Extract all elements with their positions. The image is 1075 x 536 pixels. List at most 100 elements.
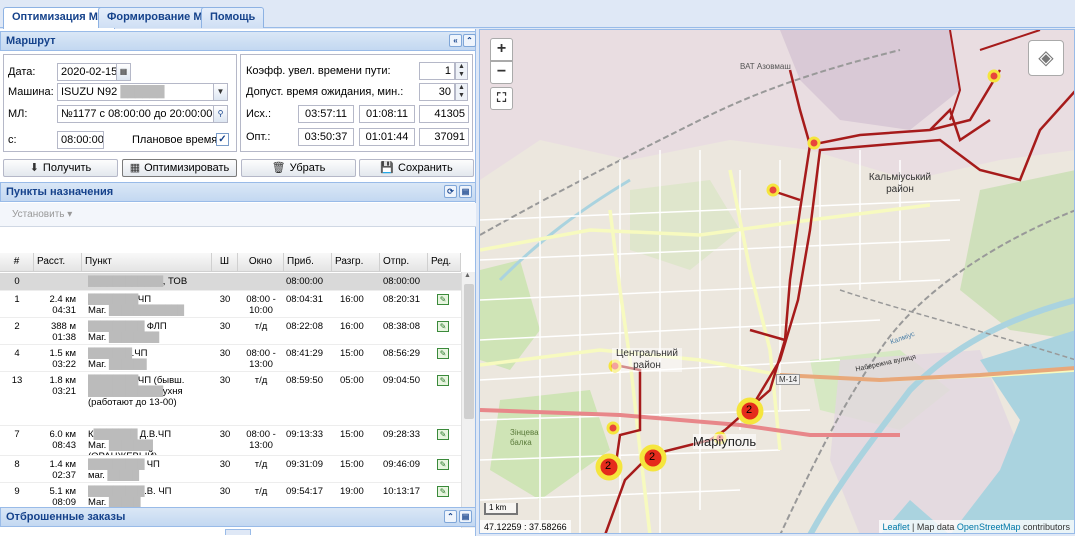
export-icon[interactable]: ▤ <box>459 185 472 198</box>
cell-arrive: 08:59:50 <box>286 375 323 386</box>
table-row[interactable]: 0 ████████████, ТОВ 08:00:00 08:00:00 <box>0 273 461 291</box>
col-distance[interactable]: Расст. <box>34 253 82 272</box>
optimized-label: Опт.: <box>246 131 271 143</box>
collapse-left-icon[interactable]: « <box>449 34 462 47</box>
edit-icon[interactable]: ✎ <box>437 375 449 386</box>
col-point[interactable]: Пункт <box>82 253 212 272</box>
refresh-icon[interactable]: ⟳ <box>444 185 457 198</box>
cell-number: 0 <box>14 276 20 287</box>
route-panel-title: Маршрут <box>6 35 56 47</box>
col-unload[interactable]: Разгр. <box>332 253 380 272</box>
cell-number: 9 <box>14 486 20 497</box>
optimize-button[interactable]: ▦ Оптимизировать <box>122 159 237 177</box>
leaflet-link[interactable]: Leaflet <box>883 522 910 532</box>
edit-icon[interactable]: ✎ <box>437 429 449 440</box>
planned-time-label: Плановое время: <box>132 134 221 146</box>
cell-window: т/д <box>254 486 268 497</box>
map-label-kalmius-district: Кальміуський район <box>868 172 932 195</box>
planned-time-checkbox[interactable]: ✓ <box>216 133 229 146</box>
remove-button[interactable]: 🗑 Убрать <box>241 159 356 177</box>
zoom-in-button[interactable]: + <box>490 38 513 61</box>
table-row[interactable]: 1 2.4 км 04:31 ████████ЧП Маг. ████████████ 3… <box>0 291 461 318</box>
cell-depart: 09:28:33 <box>383 429 420 440</box>
route-params-box: Дата: 2020-02-15 ▦ Машина: ISUZU N92 ███… <box>3 54 237 152</box>
cell-depart: 09:04:50 <box>383 375 420 386</box>
cell-point: К███████ Д.В.ЧПМаг. ███████(ОРАНЖЕВЫЙ) <box>88 429 172 455</box>
export-rejected-icon[interactable]: ▤ <box>459 510 472 523</box>
cell-sh: 30 <box>219 459 231 470</box>
map-canvas <box>480 30 1074 533</box>
table-row[interactable]: 7 6.0 км08:43 К███████ Д.В.ЧПМаг. ███████(… <box>0 426 461 456</box>
search-icon[interactable]: ⚲ <box>213 105 228 123</box>
coef-spinner-icon[interactable]: ▲ ▼ <box>455 62 468 80</box>
floppy-icon: 💾 <box>380 162 395 174</box>
date-field[interactable]: 2020-02-15 <box>57 63 117 81</box>
coef-field[interactable]: 1 <box>419 62 455 80</box>
calendar-icon[interactable]: ▦ <box>116 63 131 81</box>
grid-scrollbar[interactable]: ▲ ▼ <box>461 272 475 528</box>
tab-help[interactable]: Помощь <box>201 7 265 28</box>
table-row[interactable]: 13 1.8 км 03:21 ████████ЧП (бывш. ██████████… <box>0 372 461 426</box>
fullscreen-icon[interactable]: ⛶ <box>490 87 513 110</box>
table-row[interactable]: 4 1.5 км 03:22 ███████.ЧП Маг. ██████ 30 08:00… <box>0 345 461 372</box>
cursor-coordinates: 47.12259 : 37.58266 <box>480 520 571 533</box>
cell-distance: 2.4 км 04:31 <box>49 294 76 316</box>
wait-label: Допуст. время ожидания, мин.: <box>246 86 404 98</box>
table-row[interactable]: 9 5.1 км 08:09 █████████.В. ЧП Маг. █████ 30 т… <box>0 483 461 510</box>
vehicle-dropdown-icon[interactable]: ▼ <box>213 83 228 101</box>
scroll-thumb[interactable] <box>464 284 474 419</box>
layers-icon[interactable]: ◈ <box>1028 40 1064 76</box>
cell-depart: 10:13:17 <box>383 486 420 497</box>
table-row[interactable]: 8 1.4 км 02:37 █████████ ЧП маг. █████ 30 т/д 0… <box>0 456 461 483</box>
vehicle-field[interactable]: ISUZU N92 ██████ <box>57 83 214 101</box>
wait-spinner-icon[interactable]: ▲ ▼ <box>455 83 468 101</box>
trash-icon: 🗑 <box>271 162 286 174</box>
cell-number: 8 <box>14 459 20 470</box>
cell-point: ████████████, ТОВ <box>88 276 188 287</box>
cell-distance: 1.8 км 03:21 <box>49 375 76 397</box>
date-label: Дата: <box>8 66 36 78</box>
map-view[interactable]: 2 2 2 ВАТ Азовмаш Кальміуський район Цен… <box>479 29 1075 534</box>
cell-distance: 5.1 км 08:09 <box>49 486 76 508</box>
wait-field[interactable]: 30 <box>419 83 455 101</box>
ml-field[interactable]: №1177 с 08:00:00 до 20:00:00 <box>57 105 214 123</box>
cell-window: т/д <box>254 321 268 332</box>
edit-icon[interactable]: ✎ <box>437 459 449 470</box>
col-window[interactable]: Окно <box>238 253 284 272</box>
cell-window: 08:00 -10:00 <box>246 294 276 316</box>
edit-icon[interactable]: ✎ <box>437 486 449 497</box>
cell-arrive: 09:13:33 <box>286 429 323 440</box>
get-button[interactable]: ⬇ Получить <box>3 159 118 177</box>
route-stats-box: Коэфф. увел. времени пути: 1 ▲ ▼ Допуст. … <box>240 54 473 152</box>
cell-number: 7 <box>14 429 20 440</box>
start-label: с: <box>8 134 17 146</box>
col-edit[interactable]: Ред. <box>428 253 461 272</box>
cell-arrive: 08:00:00 <box>286 276 323 287</box>
collapse-up-icon[interactable]: ⌃ <box>463 34 476 47</box>
cell-arrive: 08:41:29 <box>286 348 323 359</box>
cell-unload: 16:00 <box>340 321 364 332</box>
col-depart[interactable]: Отпр. <box>380 253 428 272</box>
osm-link[interactable]: OpenStreetMap <box>957 522 1021 532</box>
optimized-distance-field: 37091 <box>419 128 469 146</box>
col-arrive[interactable]: Приб. <box>284 253 332 272</box>
cell-point: ████████ЧП (бывш. ████████████ухня (работа… <box>88 375 185 408</box>
edit-icon[interactable]: ✎ <box>437 321 449 332</box>
start-time-field[interactable]: 08:00:00 <box>57 131 104 149</box>
scroll-up-icon[interactable]: ▲ <box>464 272 471 279</box>
install-menu[interactable]: Установить ▾ <box>12 208 72 222</box>
cell-unload: 15:00 <box>340 429 364 440</box>
zoom-out-button[interactable]: − <box>490 61 513 84</box>
cell-distance: 6.0 км 08:43 <box>49 429 76 451</box>
col-sh[interactable]: Ш <box>212 253 238 272</box>
save-button[interactable]: 💾 Сохранить <box>359 159 474 177</box>
expand-icon[interactable]: ⌃ <box>444 510 457 523</box>
cell-point: █████████.В. ЧП Маг. █████ <box>88 486 172 508</box>
splitter-handle[interactable] <box>225 529 251 535</box>
table-row[interactable]: 2 388 м 01:38 █████████ ФЛП Маг. ████████ 30 т… <box>0 318 461 345</box>
cell-depart: 08:00:00 <box>383 276 420 287</box>
edit-icon[interactable]: ✎ <box>437 348 449 359</box>
cell-distance: 388 м 01:38 <box>50 321 76 343</box>
edit-icon[interactable]: ✎ <box>437 294 449 305</box>
col-number[interactable]: # <box>0 253 34 272</box>
